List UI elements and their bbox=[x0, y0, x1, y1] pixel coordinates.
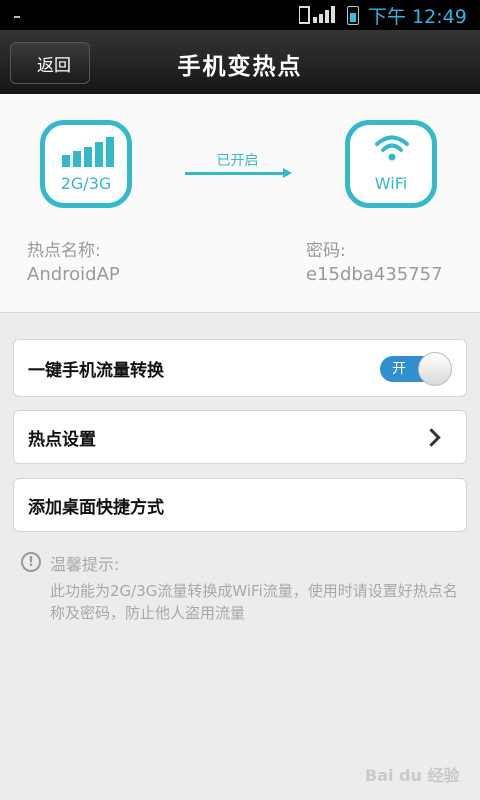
status-bar: 下午 12:49 bbox=[0, 0, 480, 30]
info-icon: ! bbox=[21, 552, 41, 572]
toggle-knob[interactable] bbox=[418, 352, 452, 386]
title-bar: 返回 手机变热点 bbox=[0, 30, 480, 94]
tip-title: 温馨提示: bbox=[50, 555, 120, 574]
hotspot-name-value: AndroidAP bbox=[27, 264, 120, 285]
battery-icon bbox=[347, 6, 359, 25]
mobile-data-label: 2G/3G bbox=[60, 174, 112, 193]
add-shortcut-label: 添加桌面快捷方式 bbox=[28, 497, 164, 518]
arrow-right-icon bbox=[185, 172, 285, 175]
data-conversion-toggle[interactable]: 开 bbox=[380, 352, 452, 386]
page-title: 手机变热点 bbox=[177, 54, 303, 80]
cellular-bars-icon bbox=[62, 137, 114, 167]
watermark: Bai du 经验 bbox=[365, 766, 460, 785]
password-label: 密码: bbox=[306, 241, 346, 261]
hotspot-settings-label: 热点设置 bbox=[28, 429, 96, 450]
add-shortcut-row[interactable]: 添加桌面快捷方式 bbox=[13, 478, 467, 532]
wifi-label: WiFi bbox=[374, 174, 408, 193]
wifi-badge: WiFi bbox=[345, 120, 437, 208]
notification-indicator bbox=[14, 16, 20, 18]
hotspot-status-panel: 2G/3G 已开启 WiFi 热点名称: AndroidAP 密码: e15db… bbox=[0, 94, 480, 313]
wifi-icon bbox=[375, 135, 409, 161]
status-time: 下午 12:49 bbox=[368, 6, 467, 28]
signal-icon bbox=[299, 6, 335, 24]
data-conversion-row[interactable]: 一键手机流量转换 开 bbox=[13, 339, 467, 397]
mobile-data-badge: 2G/3G bbox=[40, 120, 132, 208]
tip-body: 此功能为2G/3G流量转换成WiFi流量，使用时请设置好热点名称及密码，防止他人… bbox=[50, 582, 458, 622]
hotspot-settings-row[interactable]: 热点设置 bbox=[13, 410, 467, 464]
hotspot-state-text: 已开启 bbox=[216, 153, 259, 169]
data-conversion-label: 一键手机流量转换 bbox=[28, 360, 164, 381]
arrow-head-icon bbox=[283, 168, 292, 178]
chevron-right-icon bbox=[422, 428, 441, 447]
hotspot-name-label: 热点名称: bbox=[27, 241, 101, 261]
toggle-state-label: 开 bbox=[392, 361, 406, 377]
password-value: e15dba435757 bbox=[306, 264, 443, 285]
